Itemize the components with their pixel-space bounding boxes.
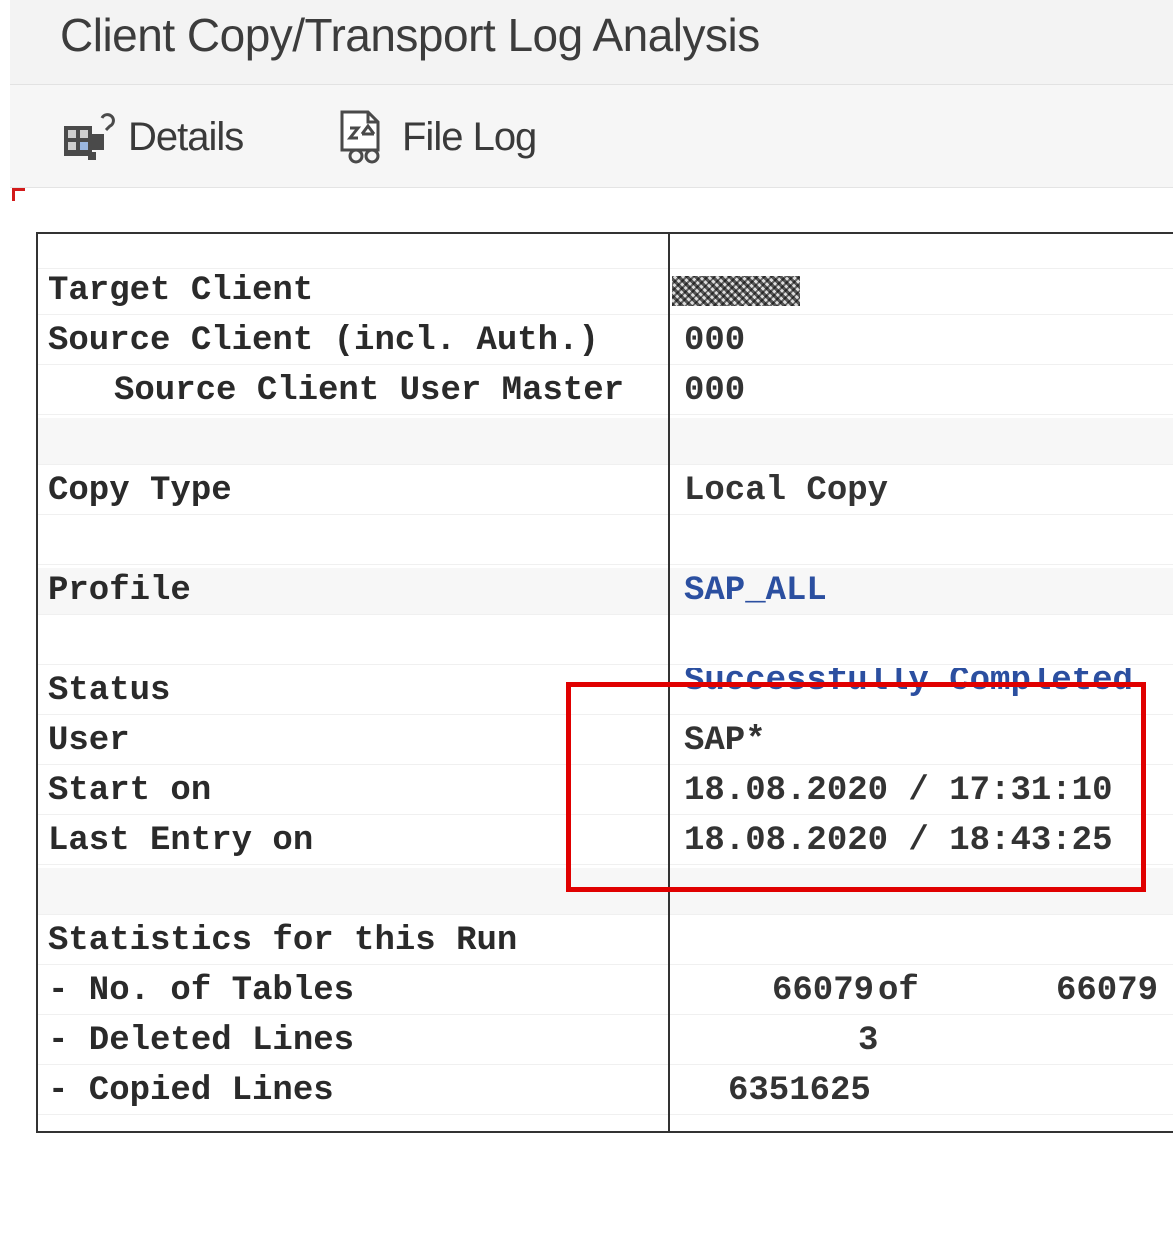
tables-total-value: 66079	[1056, 972, 1159, 1010]
copy-type-label: Copy Type	[48, 472, 232, 510]
target-client-label: Target Client	[48, 272, 314, 310]
copied-lines-label: - Copied Lines	[48, 1072, 334, 1110]
row-source-user-master: Source Client User Master 000	[38, 368, 1173, 415]
row-copied-lines: - Copied Lines 6351625	[38, 1068, 1173, 1115]
row-source-client: Source Client (incl. Auth.) 000	[38, 318, 1173, 365]
statistics-heading: Statistics for this Run	[48, 922, 518, 960]
details-icon	[64, 113, 115, 160]
source-user-master-value: 000	[684, 372, 746, 410]
file-log-icon	[340, 110, 380, 164]
row-profile: Profile SAP_ALL	[38, 568, 1173, 615]
details-button[interactable]: Details	[62, 107, 244, 167]
deleted-lines-value: 3	[858, 1022, 879, 1060]
tables-of-text: of	[878, 972, 919, 1010]
spacer-row	[38, 238, 1173, 269]
row-no-of-tables: - No. of Tables 66079 of 66079	[38, 968, 1173, 1015]
profile-value[interactable]: SAP_ALL	[684, 568, 827, 614]
file-log-button[interactable]: File Log	[336, 107, 537, 167]
copied-lines-value: 6351625	[728, 1072, 871, 1110]
source-user-master-label: Source Client User Master	[114, 372, 625, 410]
status-label: Status	[48, 672, 171, 710]
page-title: Client Copy/Transport Log Analysis	[60, 9, 760, 61]
profile-label: Profile	[48, 572, 191, 610]
row-statistics-heading: Statistics for this Run	[38, 918, 1173, 965]
deleted-lines-label: - Deleted Lines	[48, 1022, 355, 1060]
source-client-label: Source Client (incl. Auth.)	[48, 322, 599, 360]
tables-label: - No. of Tables	[48, 972, 355, 1010]
last-entry-label: Last Entry on	[48, 822, 314, 860]
spacer-row	[38, 518, 1173, 565]
title-bar: Client Copy/Transport Log Analysis	[10, 0, 1173, 85]
spacer-row	[38, 418, 1173, 465]
source-client-value: 000	[684, 322, 746, 360]
row-deleted-lines: - Deleted Lines 3	[38, 1018, 1173, 1065]
user-label: User	[48, 722, 130, 760]
target-client-masked-value	[672, 276, 800, 306]
file-log-label: File Log	[402, 114, 537, 159]
spacer-row	[38, 618, 1173, 665]
copy-type-value: Local Copy	[684, 472, 889, 510]
details-label: Details	[128, 114, 244, 159]
highlight-annotation-box	[566, 682, 1146, 892]
row-copy-type: Copy Type Local Copy	[38, 468, 1173, 515]
row-target-client: Target Client	[38, 268, 1173, 315]
application-toolbar: Details File Log	[10, 85, 1173, 188]
corner-marker	[12, 188, 25, 201]
tables-done-value: 66079	[772, 972, 875, 1010]
start-on-label: Start on	[48, 772, 212, 810]
